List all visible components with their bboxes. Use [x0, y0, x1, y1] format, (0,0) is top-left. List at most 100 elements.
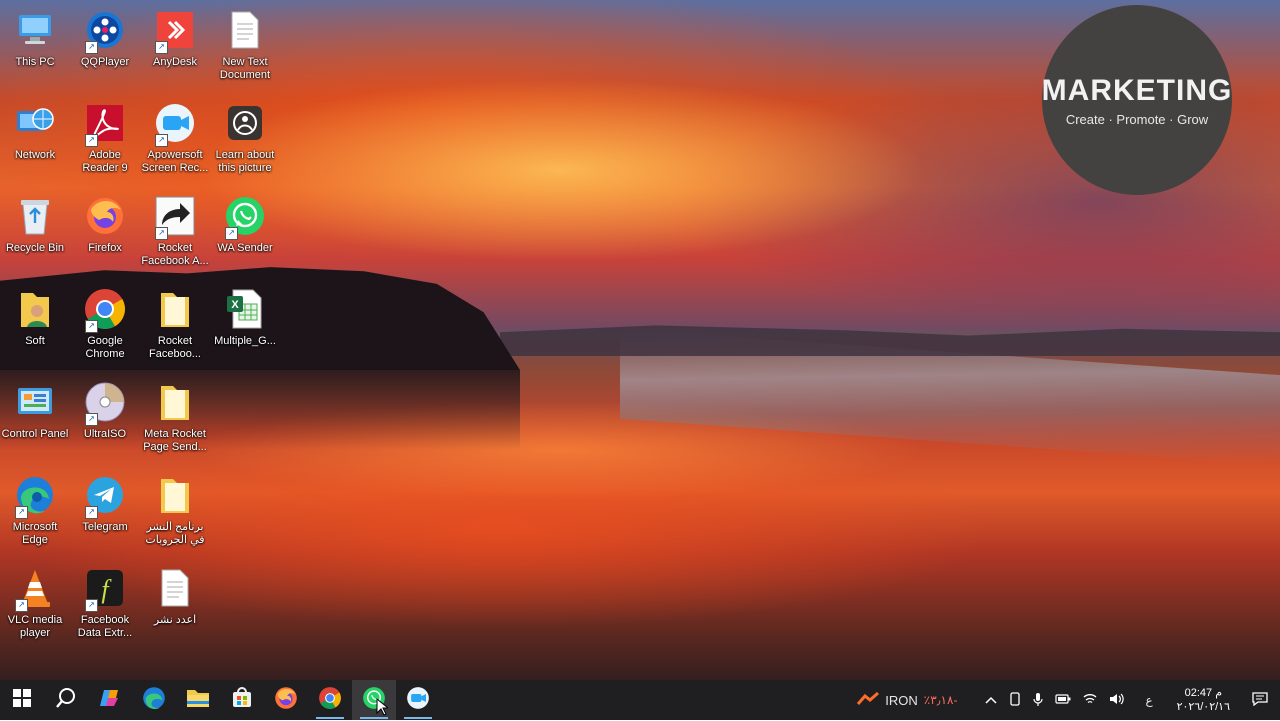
- start-button[interactable]: [0, 680, 44, 720]
- taskbar-whatsapp[interactable]: [352, 680, 396, 720]
- facebook-extractor-icon: f ↗: [83, 566, 127, 612]
- folder-icon: [153, 380, 197, 424]
- shortcut-arrow-icon: ↗: [85, 506, 98, 519]
- icon-label: Firefox: [88, 242, 122, 254]
- folder-icon: [153, 473, 197, 517]
- wifi-icon[interactable]: [1083, 693, 1097, 708]
- control-panel-icon: [13, 380, 57, 424]
- icon-label: Apowersoft Screen Rec...: [141, 149, 209, 174]
- ticker-symbol: IRON: [885, 692, 918, 708]
- desktop-icon-multiple-g[interactable]: X Multiple_G...: [210, 287, 280, 348]
- desktop-icon-facebook-data-extractor[interactable]: f ↗ Facebook Data Extr...: [70, 566, 140, 640]
- battery-icon[interactable]: [1055, 693, 1071, 707]
- shortcut-arrow-icon: ↗: [85, 599, 98, 612]
- desktop-icon-microsoft-edge[interactable]: ↗ Microsoft Edge: [0, 473, 70, 547]
- icon-label: WA Sender: [217, 242, 273, 254]
- desktop-icon-telegram[interactable]: ↗ Telegram: [70, 473, 140, 534]
- shortcut-arrow-icon: ↗: [15, 506, 28, 519]
- desktop-icon-wa-sender[interactable]: ↗ WA Sender: [210, 194, 280, 255]
- badge-subtitle: Create · Promote · Grow: [1065, 111, 1209, 127]
- folder-icon: [13, 287, 57, 331]
- clock[interactable]: 02:47 م ٢٠٢٦/٠٢/١٦: [1177, 686, 1230, 714]
- notification-button[interactable]: [1240, 680, 1280, 720]
- icon-label: اعدد نشر: [153, 614, 197, 626]
- ticker-trend-icon: [857, 691, 880, 709]
- chrome-icon: ↗: [83, 287, 127, 333]
- volume-icon[interactable]: [1109, 692, 1125, 709]
- whatsapp-icon: ↗: [223, 194, 267, 240]
- desktop-icon-ultraiso[interactable]: ↗ UltraISO: [70, 380, 140, 441]
- copilot-icon: [98, 686, 122, 715]
- desktop-icon-recycle-bin[interactable]: Recycle Bin: [0, 194, 70, 255]
- taskbar-chrome[interactable]: [308, 680, 352, 720]
- shortcut-arrow-icon: ↗: [85, 320, 98, 333]
- desktop-icon-apowersoft[interactable]: ↗ Apowersoft Screen Rec...: [140, 101, 210, 175]
- desktop-icon-rocket-facebook-folder[interactable]: Rocket Faceboo...: [140, 287, 210, 361]
- qqplayer-icon: ↗: [83, 8, 127, 54]
- icon-label: برنامج النشر في الجروبات: [145, 521, 205, 546]
- desktop-icon-new-text-document[interactable]: New Text Document: [210, 8, 280, 82]
- desktop-icon-learn-about-picture[interactable]: Learn about this picture: [210, 101, 280, 175]
- desktop-icon-qqplayer[interactable]: ↗ QQPlayer: [70, 8, 140, 69]
- input-language[interactable]: ع: [1145, 693, 1152, 707]
- taskbar-copilot[interactable]: [88, 680, 132, 720]
- notification-icon: [1252, 691, 1268, 709]
- taskbar-file-explorer[interactable]: [176, 680, 220, 720]
- chevron-up-icon[interactable]: [985, 693, 997, 707]
- icon-label: Network: [14, 149, 56, 161]
- search-icon: [55, 687, 77, 714]
- desktop-icon-adobe-reader[interactable]: ↗ Adobe Reader 9: [70, 101, 140, 175]
- learn-picture-icon: [223, 101, 267, 145]
- windows-start-icon: [13, 688, 31, 712]
- desktop-icon-publish-count[interactable]: اعدد نشر: [140, 566, 210, 627]
- desktop-icon-google-chrome[interactable]: ↗ Google Chrome: [70, 287, 140, 361]
- icon-label: Rocket Facebook A...: [141, 242, 209, 267]
- desktop-icon-group-posting-program[interactable]: برنامج النشر في الجروبات: [140, 473, 210, 547]
- desktop-icon-firefox[interactable]: Firefox: [70, 194, 140, 255]
- shortcut-arrow-icon: ↗: [225, 227, 238, 240]
- desktop-icon-soft[interactable]: Soft: [0, 287, 70, 348]
- shortcut-arrow-icon: ↗: [155, 227, 168, 240]
- microphone-icon[interactable]: [1033, 692, 1044, 709]
- taskbar-apowersoft[interactable]: [396, 680, 440, 720]
- taskbar-firefox[interactable]: [264, 680, 308, 720]
- folder-icon: [186, 687, 210, 714]
- icon-label: Facebook Data Extr...: [77, 614, 133, 639]
- mouse-cursor-icon: [376, 697, 390, 721]
- vlc-icon: ↗: [13, 566, 57, 612]
- phone-link-icon[interactable]: [1009, 691, 1021, 709]
- taskbar: IRON ٪٣٫١٨- ع 02:47 م ٢٠٢٦/٠٢/١٦: [0, 680, 1280, 720]
- ticker-change: ٪٣٫١٨-: [923, 693, 958, 707]
- icon-label: Recycle Bin: [5, 242, 65, 254]
- icon-label: UltraISO: [83, 428, 127, 440]
- desktop-icon-this-pc[interactable]: This PC: [0, 8, 70, 69]
- icon-label: Control Panel: [1, 428, 69, 440]
- recycle-bin-icon: [13, 194, 57, 238]
- text-document-icon: [223, 8, 267, 52]
- desktop-icon-anydesk[interactable]: ↗ AnyDesk: [140, 8, 210, 69]
- desktop-icon-rocket-facebook-app[interactable]: ↗ Rocket Facebook A...: [140, 194, 210, 268]
- icon-label: Meta Rocket Page Send...: [143, 428, 207, 453]
- icon-label: This PC: [15, 56, 55, 68]
- telegram-icon: ↗: [83, 473, 127, 519]
- taskbar-store[interactable]: [220, 680, 264, 720]
- edge-icon: ↗: [13, 473, 57, 519]
- taskbar-edge[interactable]: [132, 680, 176, 720]
- this-pc-icon: [13, 8, 57, 52]
- desktop-icon-control-panel[interactable]: Control Panel: [0, 380, 70, 441]
- desktop-icon-network[interactable]: Network: [0, 101, 70, 162]
- text-document-icon: [153, 566, 197, 610]
- desktop-icon-meta-rocket-page[interactable]: Meta Rocket Page Send...: [140, 380, 210, 454]
- shortcut-arrow-icon: ↗: [15, 599, 28, 612]
- ticker-widget[interactable]: IRON ٪٣٫١٨-: [857, 691, 958, 709]
- icon-label: Microsoft Edge: [12, 521, 58, 546]
- desktop-icon-vlc[interactable]: ↗ VLC media player: [0, 566, 70, 640]
- store-icon: [231, 686, 253, 714]
- icon-label: Multiple_G...: [214, 335, 276, 347]
- shortcut-arrow-icon: ↗: [85, 41, 98, 54]
- network-icon: [13, 101, 57, 145]
- edge-icon: [142, 686, 166, 715]
- search-button[interactable]: [44, 680, 88, 720]
- shortcut-arrow-icon: ↗: [155, 41, 168, 54]
- svg-text:X: X: [231, 299, 239, 311]
